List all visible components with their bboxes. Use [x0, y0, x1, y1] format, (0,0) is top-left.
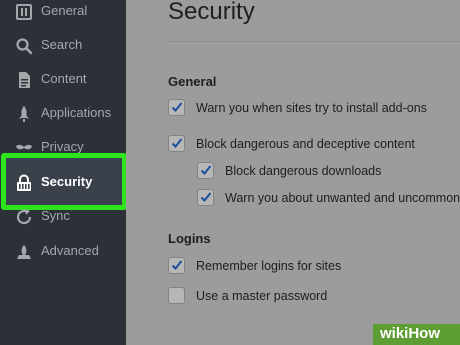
applications-icon	[19, 106, 29, 122]
sidebar-item-general[interactable]: General	[0, 0, 126, 29]
general-icon	[16, 4, 32, 20]
sidebar-item-label: Content	[41, 71, 87, 86]
checkbox-label: Warn you about unwanted and uncommon s	[225, 191, 460, 205]
checkbox-label: Block dangerous and deceptive content	[196, 137, 415, 151]
lock-icon	[17, 174, 31, 191]
sidebar-item-content[interactable]: Content	[0, 63, 126, 97]
checkbox-label: Block dangerous downloads	[225, 164, 382, 178]
sidebar-item-sync[interactable]: Sync	[0, 200, 126, 234]
sidebar-item-search[interactable]: Search	[0, 29, 126, 63]
watermark-text: wikiHow	[380, 325, 441, 342]
checkbox-label: Use a master password	[196, 289, 328, 303]
sidebar-item-security[interactable]: Security	[0, 166, 126, 200]
checkmark-icon	[200, 192, 212, 202]
checkbox[interactable]	[197, 162, 214, 179]
search-icon	[16, 38, 33, 55]
sidebar-item-label: General	[41, 3, 88, 18]
wikihow-watermark: wikiHow	[373, 324, 460, 345]
checkbox[interactable]	[168, 257, 185, 274]
sidebar-item-advanced[interactable]: Advanced	[0, 235, 126, 269]
title-divider	[168, 41, 460, 42]
checkmark-icon	[200, 165, 212, 175]
section-heading-logins: Logins	[168, 231, 211, 246]
checkbox[interactable]	[168, 99, 185, 116]
section-heading-general: General	[168, 74, 217, 89]
sidebar-item-label: Sync	[41, 208, 70, 223]
sidebar-item-label: Applications	[41, 105, 112, 120]
checkmark-icon	[171, 260, 183, 270]
page-title: Security	[168, 0, 255, 25]
checkbox[interactable]	[197, 189, 214, 206]
advanced-icon	[17, 245, 31, 259]
sidebar-item-label: Search	[41, 37, 83, 52]
checkbox[interactable]	[168, 135, 185, 152]
sidebar-item-label: Advanced	[41, 243, 99, 258]
checkbox[interactable]	[168, 287, 185, 304]
checkmark-icon	[171, 102, 183, 112]
checkbox-label: Warn you when sites try to install add-o…	[196, 101, 427, 115]
checkmark-icon	[171, 138, 183, 148]
checkbox-label: Remember logins for sites	[196, 259, 342, 273]
content-icon	[19, 72, 30, 88]
sync-icon	[16, 209, 32, 225]
sidebar-item-label: Security	[41, 174, 93, 189]
sidebar-item-applications[interactable]: Applications	[0, 97, 126, 131]
